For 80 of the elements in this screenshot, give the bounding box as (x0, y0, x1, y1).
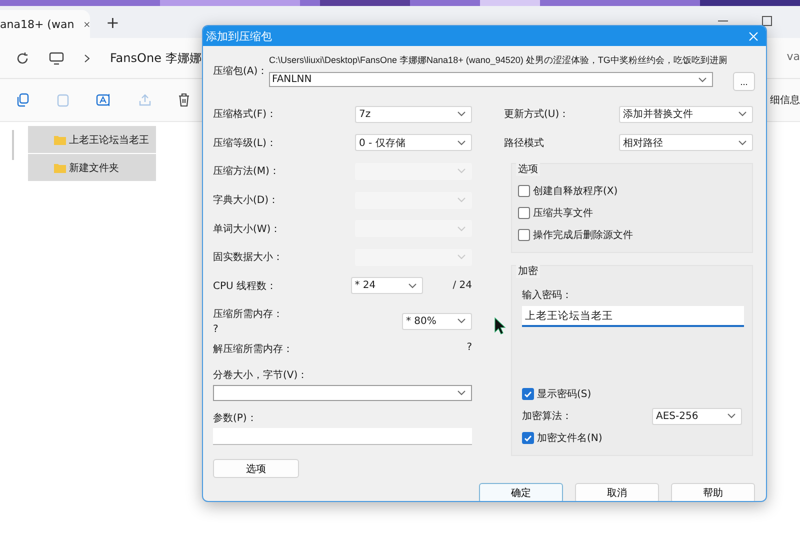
dropdown[interactable]: 相对路径 (619, 134, 753, 152)
chevron-icon (457, 111, 466, 118)
refresh-icon[interactable] (16, 52, 29, 64)
field-label: 输入密码： (522, 290, 572, 302)
checkbox[interactable] (522, 388, 534, 400)
dropdown[interactable]: 0 - 仅存储 (355, 134, 472, 152)
field-label: 路径模式 (504, 136, 544, 150)
chevron-icon (457, 140, 466, 146)
folder-item[interactable]: 新建文件夹 (28, 154, 156, 181)
dropdown[interactable]: * 80% (402, 312, 472, 330)
chevron-icon (457, 318, 466, 324)
dropdown[interactable]: 7z (355, 106, 472, 123)
search-field[interactable]: va (786, 50, 800, 63)
group-title: 加密 (516, 264, 540, 278)
dialog-button[interactable]: 取消 (575, 483, 659, 501)
checkbox-label[interactable]: 加密文件名(N) (537, 431, 602, 446)
archive-path: C:\Users\liuxi\Desktop\FansOne 李娜娜Nana18+ (wano_94520) 处男の涩涩体验，TG中奖粉丝约会，吃饭吃到进厕 (269, 54, 728, 67)
chevron-icon (457, 168, 466, 174)
dropdown[interactable] (213, 385, 472, 402)
checkbox-label[interactable]: 压缩共享文件 (533, 206, 593, 220)
thread-max: / 24 (452, 280, 472, 292)
chevron-icon (457, 226, 466, 232)
field-label: 固实数据大小： (213, 250, 283, 264)
checkbox[interactable] (518, 207, 530, 220)
field-label: 单词大小(W)： (213, 222, 281, 236)
checkbox-label[interactable]: 操作完成后删除源文件 (533, 228, 633, 242)
chevron-icon (457, 390, 466, 396)
maximize-icon[interactable] (762, 16, 772, 26)
dropdown[interactable]: AES-256 (652, 408, 742, 425)
field-label: 更新方式(U)： (504, 108, 570, 122)
dialog-button[interactable]: 确定 (479, 483, 563, 501)
cursor-icon (494, 317, 506, 335)
chevron-icon (738, 140, 747, 146)
field-label: 字典大小(D)： (213, 194, 279, 208)
field-label: 压缩包(A)： (213, 64, 265, 79)
dropdown[interactable]: 添加并替换文件 (619, 106, 753, 123)
chevron-icon (738, 111, 747, 118)
field-label: 分卷大小，字节(V)： (213, 370, 308, 382)
options-button[interactable]: 选项 (213, 459, 299, 478)
chevron-icon (698, 76, 707, 82)
field-label: 压缩所需内存： (213, 308, 283, 322)
field-label: 参数(P)： (213, 413, 257, 424)
chevron-icon (727, 413, 736, 420)
browse-button[interactable]: ... (733, 72, 755, 91)
group-title: 选项 (516, 162, 540, 176)
dropdown[interactable]: * 24 (350, 277, 423, 294)
archive-name-field[interactable]: FANLNN (269, 72, 713, 87)
rename-icon[interactable] (96, 93, 112, 107)
checkbox[interactable] (522, 432, 534, 444)
field-label: 解压缩所需内存： (213, 342, 293, 356)
monitor-icon[interactable] (49, 52, 64, 64)
folder-item[interactable]: 上老王论坛当老王 (28, 126, 156, 153)
field-label: 压缩格式(F)： (213, 108, 277, 122)
checkbox[interactable] (518, 185, 530, 198)
details-button[interactable]: 细信息 (770, 93, 800, 107)
chevron-icon (457, 197, 466, 204)
dialog-button[interactable]: 帮助 (671, 483, 755, 501)
memory-value: ? (466, 342, 472, 354)
chevron-icon (408, 282, 417, 289)
field-label: CPU 线程数： (213, 280, 277, 293)
memory-value: ? (213, 324, 220, 336)
copy-icon[interactable] (16, 93, 30, 107)
trash-icon[interactable] (178, 93, 190, 107)
chevron-icon (84, 54, 90, 62)
input-field[interactable] (213, 428, 472, 446)
chevron-icon (457, 254, 466, 260)
field-label: 加密算法： (522, 410, 572, 424)
checkbox-label[interactable]: 显示密码(S) (537, 387, 592, 402)
field-label: 压缩方法(M)： (213, 164, 280, 178)
folder-icon (54, 162, 66, 172)
field-label: 压缩等级(L)： (213, 136, 276, 150)
folder-icon (54, 134, 66, 144)
new-tab-button[interactable]: + (106, 13, 120, 32)
checkbox[interactable] (518, 229, 530, 242)
close-icon[interactable] (84, 20, 90, 28)
window-title: 添加到压缩包 (206, 28, 272, 44)
breadcrumb[interactable]: FansOne 李娜娜 (110, 50, 202, 66)
checkbox-label[interactable]: 创建自释放程序(X) (533, 184, 618, 198)
browser-tab[interactable]: ana18+ (wan (0, 10, 90, 38)
password-field[interactable]: 上老王论坛当老王 (522, 306, 744, 328)
